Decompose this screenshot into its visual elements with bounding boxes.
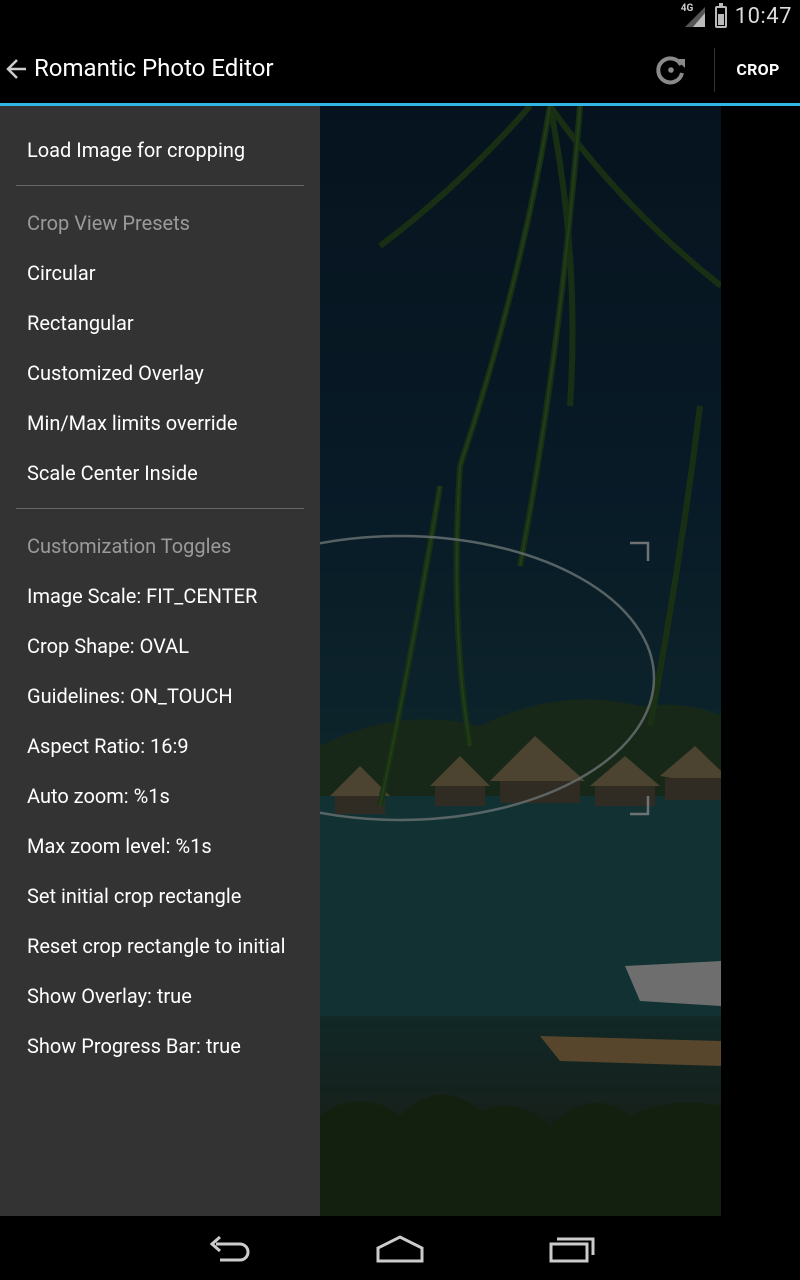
load-image-item[interactable]: Load Image for cropping — [27, 138, 245, 162]
nav-recents-icon[interactable] — [548, 1234, 596, 1264]
set-initial-crop-rect[interactable]: Set initial crop rectangle — [27, 884, 241, 908]
drawer-divider — [16, 508, 304, 509]
preset-min-max-limits[interactable]: Min/Max limits override — [27, 411, 238, 435]
action-bar: Romantic Photo Editor CROP — [0, 34, 800, 106]
toggle-auto-zoom[interactable]: Auto zoom: %1s — [27, 784, 170, 808]
crop-button[interactable]: CROP — [716, 34, 800, 104]
toggle-image-scale[interactable]: Image Scale: FIT_CENTER — [27, 584, 257, 608]
back-arrow-icon[interactable] — [4, 54, 30, 84]
preset-scale-center-inside[interactable]: Scale Center Inside — [27, 461, 198, 485]
action-bar-divider — [714, 48, 715, 92]
app-title[interactable]: Romantic Photo Editor — [34, 54, 274, 82]
preset-customized-overlay[interactable]: Customized Overlay — [27, 361, 204, 385]
toggles-header: Customization Toggles — [27, 534, 232, 558]
system-nav-bar — [0, 1216, 800, 1280]
rotate-icon[interactable] — [654, 53, 688, 87]
toggle-guidelines[interactable]: Guidelines: ON_TOUCH — [27, 684, 233, 708]
status-icons: 4G 10:47 — [680, 2, 792, 29]
presets-header: Crop View Presets — [27, 211, 190, 235]
nav-back-icon[interactable] — [206, 1234, 254, 1264]
nav-home-icon[interactable] — [374, 1234, 426, 1264]
toggle-max-zoom[interactable]: Max zoom level: %1s — [27, 834, 212, 858]
dim-overlay — [320, 106, 721, 1216]
reset-crop-rect[interactable]: Reset crop rectangle to initial — [27, 934, 285, 958]
toggle-show-overlay[interactable]: Show Overlay: true — [27, 984, 192, 1008]
signal-icon: 4G — [680, 2, 707, 29]
battery-icon — [714, 2, 727, 28]
status-bar: 4G 10:47 — [0, 0, 800, 34]
preset-circular[interactable]: Circular — [27, 261, 96, 285]
network-type: 4G — [680, 2, 694, 14]
main-content: Load Image for cropping Crop View Preset… — [0, 106, 800, 1216]
clock: 10:47 — [734, 4, 792, 29]
drawer-divider — [16, 185, 304, 186]
toggle-show-progress-bar[interactable]: Show Progress Bar: true — [27, 1034, 241, 1058]
preset-rectangular[interactable]: Rectangular — [27, 311, 134, 335]
toggle-aspect-ratio[interactable]: Aspect Ratio: 16:9 — [27, 734, 189, 758]
toggle-crop-shape[interactable]: Crop Shape: OVAL — [27, 634, 189, 658]
navigation-drawer: Load Image for cropping Crop View Preset… — [0, 106, 320, 1216]
crop-image-view[interactable] — [320, 106, 721, 1216]
